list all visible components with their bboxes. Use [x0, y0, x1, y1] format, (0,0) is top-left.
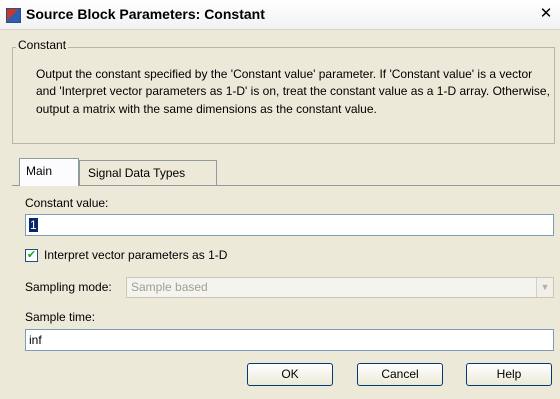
help-button[interactable]: Help: [466, 363, 552, 386]
sample-time-input[interactable]: inf: [25, 329, 554, 351]
check-mark-icon: ✔: [26, 249, 37, 261]
sampling-mode-value: Sample based: [131, 280, 208, 294]
sampling-mode-select[interactable]: Sample based ▼: [126, 277, 554, 298]
dropdown-arrow-icon[interactable]: ▼: [536, 278, 553, 297]
constant-value-label: Constant value:: [25, 196, 109, 210]
tab-signal-data-types[interactable]: Signal Data Types: [79, 160, 217, 185]
tab-main[interactable]: Main: [19, 158, 79, 186]
sampling-mode-label: Sampling mode:: [25, 280, 112, 294]
cancel-button[interactable]: Cancel: [357, 363, 443, 386]
constant-value-text: 1: [29, 218, 38, 232]
interpret-vector-checkbox[interactable]: ✔: [25, 249, 38, 262]
ok-button[interactable]: OK: [247, 363, 333, 386]
close-icon[interactable]: ✕: [538, 6, 554, 22]
group-title: Constant: [16, 38, 69, 52]
interpret-vector-label[interactable]: Interpret vector parameters as 1-D: [44, 248, 227, 262]
title-bar: Source Block Parameters: Constant ✕: [0, 0, 560, 30]
simulink-icon: [6, 8, 21, 23]
sample-time-label: Sample time:: [25, 310, 96, 324]
block-description: Output the constant specified by the 'Co…: [36, 67, 550, 116]
constant-value-input[interactable]: 1: [25, 214, 554, 236]
window-title: Source Block Parameters: Constant: [26, 6, 265, 22]
